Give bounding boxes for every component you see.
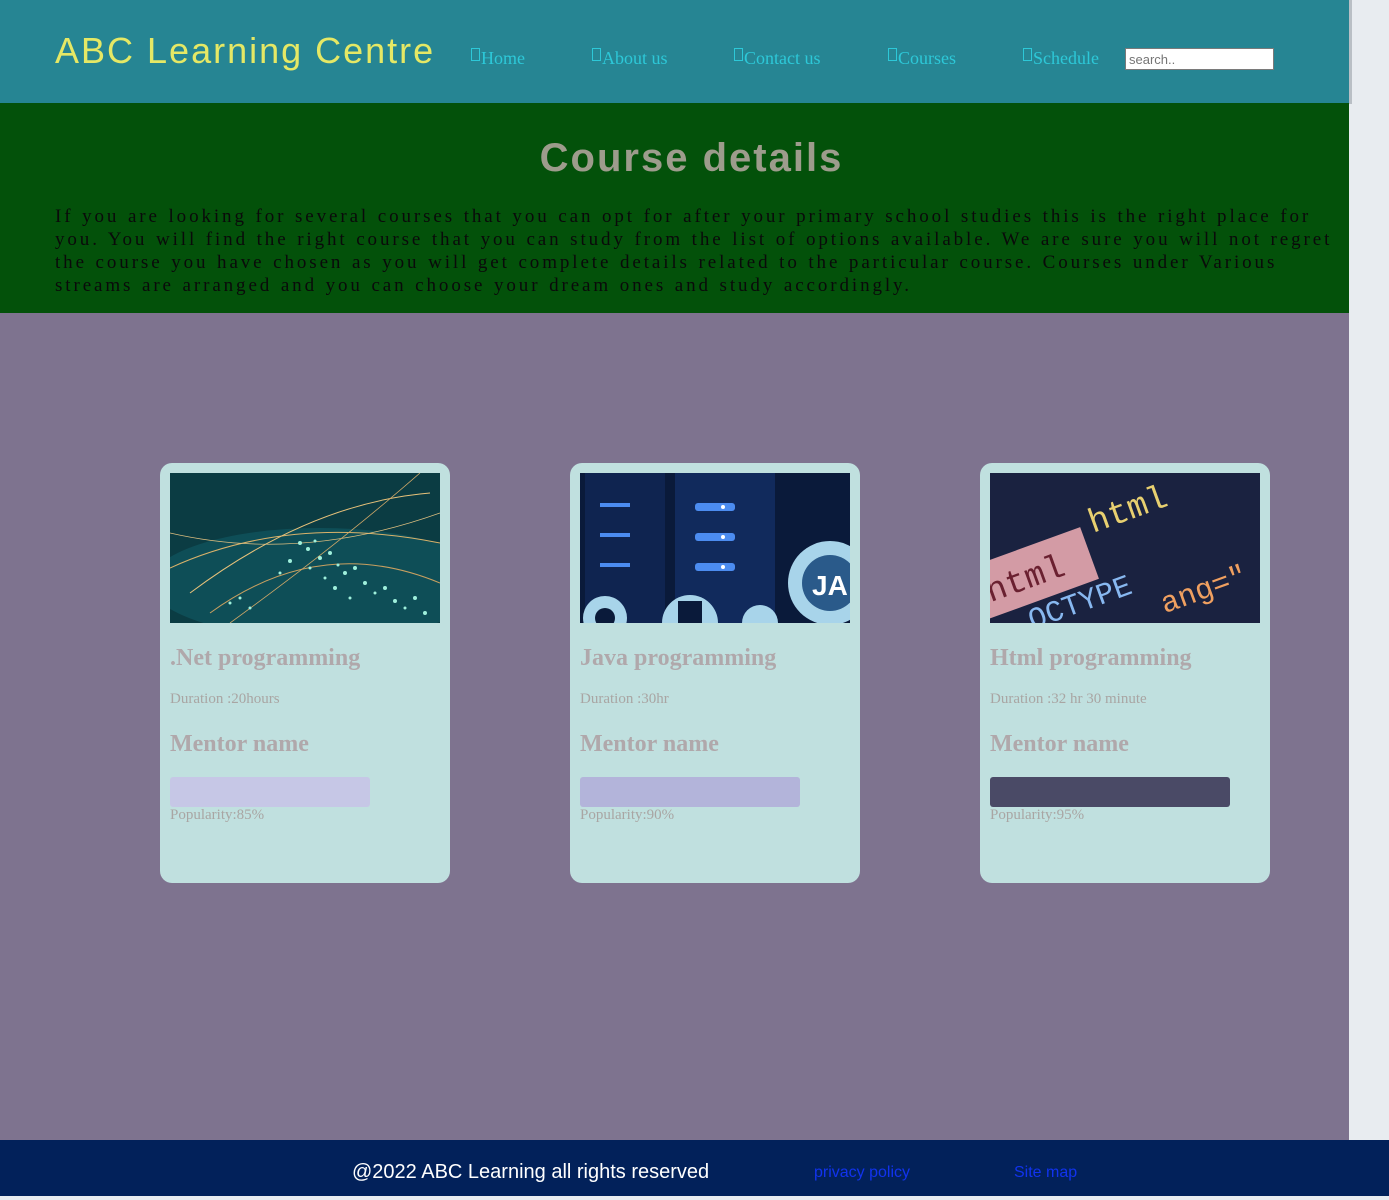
page-title: Course details	[539, 136, 844, 180]
nav-schedule-icon	[1023, 48, 1032, 61]
popularity-label: Popularity:90%	[580, 807, 675, 823]
site-footer: @2022 ABC Learning all rights reserved p…	[0, 1140, 1389, 1196]
nav-about[interactable]: About us	[592, 48, 668, 69]
course-details-section: Course details If you are looking for se…	[0, 103, 1349, 313]
copyright-text: @2022 ABC Learning all rights reserved	[352, 1161, 710, 1183]
svg-text:JA: JA	[812, 570, 848, 601]
course-duration: Duration :20hours	[170, 691, 280, 707]
nav-courses-icon	[888, 48, 897, 61]
popularity-bar	[990, 777, 1230, 807]
site-map-link[interactable]: Site map	[1014, 1164, 1077, 1182]
popularity-bar	[170, 777, 370, 807]
nav-about-label: About us	[602, 48, 668, 68]
nav-contact-icon	[734, 48, 743, 61]
nav-contact-label: Contact us	[744, 48, 821, 68]
course-duration: Duration :32 hr 30 minute	[990, 691, 1147, 707]
popularity-bar	[580, 777, 800, 807]
page-scrollbar[interactable]	[1349, 0, 1389, 1140]
nav-home-label: Home	[481, 48, 525, 68]
search-input[interactable]	[1125, 48, 1274, 70]
course-card-html[interactable]: html html OCTYPE ang=" Html programming …	[980, 463, 1270, 883]
course-title: .Net programming	[170, 645, 361, 671]
popularity-label: Popularity:95%	[990, 807, 1085, 823]
nav-home-icon	[471, 48, 480, 61]
mentor-name: Mentor name	[170, 731, 309, 757]
site-logo[interactable]: ABC Learning Centre	[55, 30, 435, 72]
scrollbar-thumb[interactable]	[1349, 0, 1352, 104]
nav-schedule[interactable]: Schedule	[1023, 48, 1099, 69]
mentor-name: Mentor name	[990, 731, 1129, 757]
page: ABC Learning Centre Home About us Contac…	[0, 0, 1349, 1200]
course-image-java: JA	[580, 473, 850, 623]
nav-courses[interactable]: Courses	[888, 48, 956, 69]
course-duration: Duration :30hr	[580, 691, 669, 707]
course-cards-area: .Net programming Duration :20hours Mento…	[0, 313, 1349, 1140]
course-card-dotnet[interactable]: .Net programming Duration :20hours Mento…	[160, 463, 450, 883]
course-card-java[interactable]: JA Java programming Duration :30hr Mento…	[570, 463, 860, 883]
course-image-html: html html OCTYPE ang="	[990, 473, 1260, 623]
course-image-dotnet	[170, 473, 440, 623]
nav-home[interactable]: Home	[471, 48, 525, 69]
mentor-name: Mentor name	[580, 731, 719, 757]
course-title: Html programming	[990, 645, 1192, 671]
nav-schedule-label: Schedule	[1033, 48, 1099, 68]
nav-contact[interactable]: Contact us	[734, 48, 821, 69]
nav-about-icon	[592, 48, 601, 61]
course-title: Java programming	[580, 645, 777, 671]
popularity-label: Popularity:85%	[170, 807, 265, 823]
intro-paragraph: If you are looking for several courses t…	[55, 206, 1333, 296]
site-header: ABC Learning Centre Home About us Contac…	[0, 0, 1349, 103]
nav-courses-label: Courses	[898, 48, 956, 68]
privacy-policy-link[interactable]: privacy policy	[814, 1164, 910, 1182]
